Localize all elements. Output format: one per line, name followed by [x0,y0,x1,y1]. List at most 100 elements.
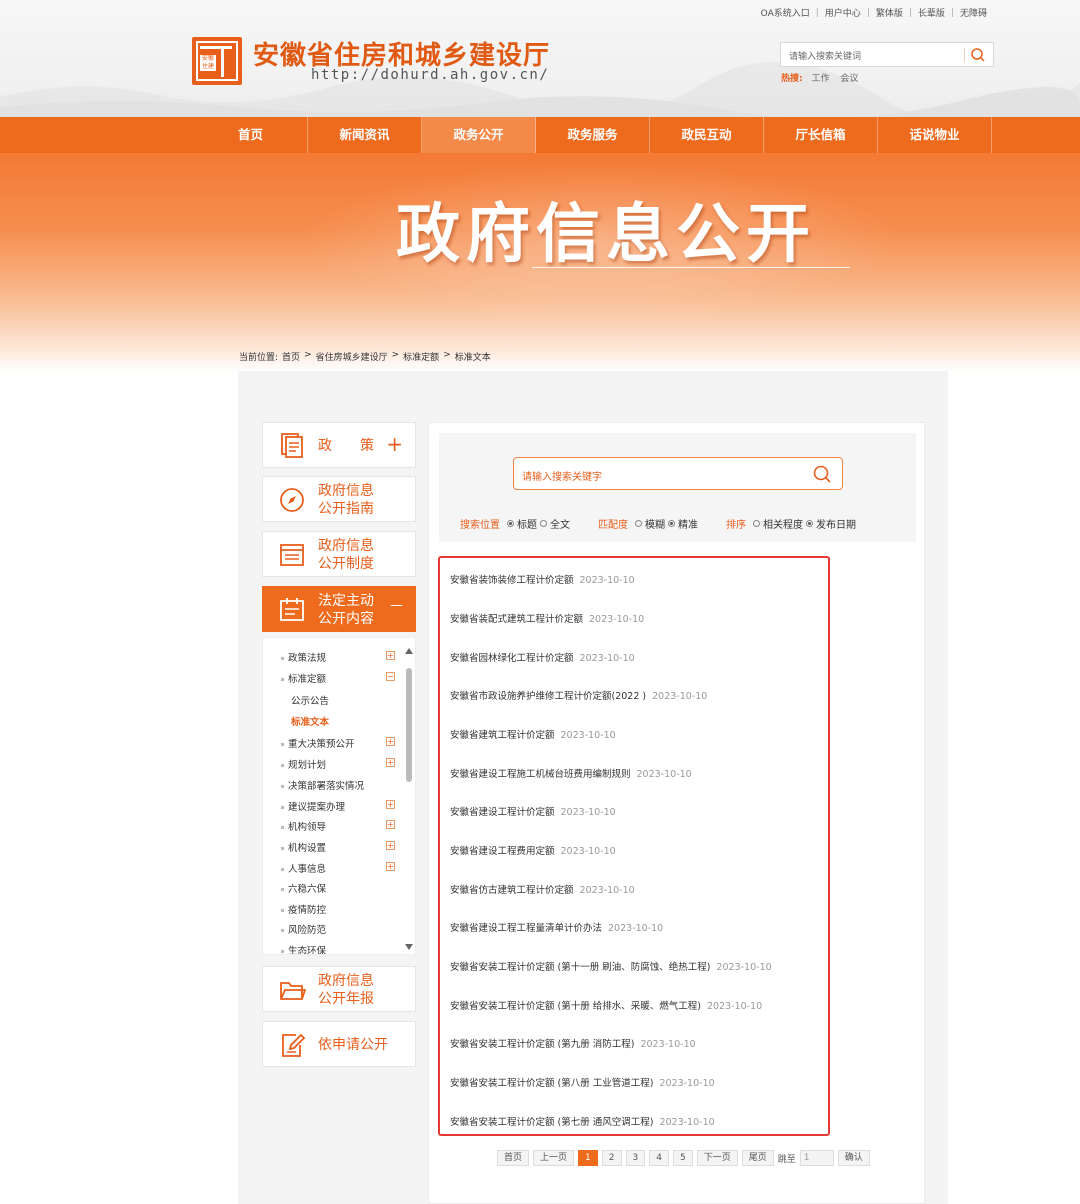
breadcrumb-item[interactable]: 标准定额 [403,350,439,363]
separator: | [950,7,954,18]
pager-confirm-button[interactable]: 确认 [837,1150,870,1166]
filter-label: 匹配度 [598,520,628,531]
expand-icon[interactable]: + [386,432,403,456]
expand-icon[interactable]: + [386,820,395,829]
scroll-down-icon[interactable] [405,944,413,950]
list-item[interactable]: 安徽省装配式建筑工程计价定额 2023-10-10 [450,611,644,625]
tree-scrollbar[interactable] [405,648,413,950]
radio-relevance[interactable] [753,520,760,527]
tree-item[interactable]: 生态环保 [281,943,326,954]
pager-prev[interactable]: 上一页 [533,1150,575,1166]
top-link-elderly[interactable]: 长辈版 [918,6,945,19]
radio-fuzzy[interactable] [635,520,642,527]
tree-item[interactable]: 机构领导 [281,819,326,833]
top-link-traditional[interactable]: 繁体版 [876,6,903,19]
main-search-input[interactable]: 请输入搜索关键字 [513,457,843,490]
expand-icon[interactable]: + [386,737,395,746]
tree-item[interactable]: 风险防范 [281,922,326,936]
logo-seal: 安徽住建 [200,55,216,71]
nav-item-mailbox[interactable]: 厅长信箱 [764,117,878,153]
hot-word[interactable]: 工作 [811,74,829,84]
list-item[interactable]: 安徽省市政设施养护维修工程计价定额(2022 ) 2023-10-10 [450,688,707,702]
sidebar-item-label: 法定主动 [318,593,374,609]
tree-item[interactable]: 政策法规 [281,650,326,664]
radio-fulltext[interactable] [540,520,547,527]
tree-item[interactable]: 人事信息 [281,861,326,875]
tree-item[interactable]: 重大决策预公开 [281,736,355,750]
pager-next[interactable]: 下一页 [696,1150,738,1166]
pager-page[interactable]: 2 [601,1150,622,1166]
pager-page[interactable]: 5 [672,1150,693,1166]
sidebar-item-system[interactable]: 政府信息 公开制度 [262,531,416,577]
radio-date[interactable] [806,520,813,527]
site-logo[interactable]: 安徽住建 [192,37,242,85]
sidebar-item-guide[interactable]: 政府信息 公开指南 [262,476,416,522]
tree-subitem[interactable]: 公示公告 [291,693,329,707]
top-link-oa[interactable]: OA系统入口 [761,6,810,19]
scrollbar-thumb[interactable] [406,668,412,782]
sidebar-item-statutory[interactable]: 法定主动 公开内容 — [262,586,416,632]
pager-first[interactable]: 首页 [497,1150,530,1166]
search-icon[interactable] [812,464,832,484]
tree-item[interactable]: 疫情防控 [281,902,326,916]
radio-title[interactable] [507,520,514,527]
pager-jump-input[interactable]: 1 [799,1150,834,1166]
pager-page[interactable]: 4 [649,1150,669,1166]
list-item[interactable]: 安徽省建设工程工程量清单计价办法 2023-10-10 [450,920,663,934]
nav-item-news[interactable]: 新闻资讯 [308,117,422,153]
list-item[interactable]: 安徽省建设工程施工机械台班费用编制规则 2023-10-10 [450,766,692,780]
list-item[interactable]: 安徽省安装工程计价定额 (第十册 给排水、采暖、燃气工程) 2023-10-10 [450,998,762,1012]
top-link-accessibility[interactable]: 无障碍 [960,6,987,19]
list-item[interactable]: 安徽省安装工程计价定额 (第十一册 刷油、防腐蚀、绝热工程) 2023-10-10 [450,959,772,973]
nav-item-home[interactable]: 首页 [194,117,308,153]
list-item[interactable]: 安徽省安装工程计价定额 (第七册 通风空调工程) 2023-10-10 [450,1114,715,1128]
list-item[interactable]: 安徽省安装工程计价定额 (第九册 消防工程) 2023-10-10 [450,1036,696,1050]
top-link-user-center[interactable]: 用户中心 [825,6,861,19]
sidebar-item-policy[interactable]: 政 策 + [262,422,416,468]
expand-icon[interactable]: + [386,841,395,850]
breadcrumb-item[interactable]: 标准文本 [455,350,491,363]
sidebar-item-application[interactable]: 依申请公开 [262,1021,416,1067]
expand-icon[interactable]: + [386,758,395,767]
tree-item[interactable]: 机构设置 [281,840,326,854]
sidebar-item-annual-report[interactable]: 政府信息 公开年报 [262,966,416,1012]
list-item[interactable]: 安徽省园林绿化工程计价定额 2023-10-10 [450,650,635,664]
tree-item[interactable]: 标准定额 [281,671,326,685]
search-area: 请输入搜索关键字 搜索位置 标题 全文 匹配度 模糊 精准 排序 相关程度 发布… [439,433,916,542]
collapse-icon[interactable]: — [390,598,403,613]
logo-post [221,49,224,77]
nav-item-interaction[interactable]: 政民互动 [650,117,764,153]
list-item[interactable]: 安徽省建筑工程计价定额 2023-10-10 [450,727,616,741]
pager-page-current[interactable]: 1 [578,1150,598,1166]
tree-item[interactable]: 建议提案办理 [281,799,345,813]
sidebar-item-label: 公开指南 [318,501,374,517]
list-item[interactable]: 安徽省仿古建筑工程计价定额 2023-10-10 [450,882,635,896]
expand-icon[interactable]: + [386,651,395,660]
bullet-icon [281,909,284,912]
tree-subitem-current[interactable]: 标准文本 [291,714,329,728]
filter-sort: 排序 相关程度 发布日期 [726,516,856,531]
breadcrumb-item[interactable]: 省住房城乡建设厅 [316,350,388,363]
search-icon[interactable] [970,47,986,63]
tree-item[interactable]: 决策部署落实情况 [281,778,364,792]
pager-last[interactable]: 尾页 [741,1150,774,1166]
hot-word[interactable]: 会议 [840,74,858,84]
radio-exact[interactable] [668,520,675,527]
scroll-up-icon[interactable] [405,648,413,654]
expand-icon[interactable]: + [386,862,395,871]
list-icon [280,544,304,566]
nav-item-gov-affairs[interactable]: 政务公开 [422,117,536,153]
nav-item-property[interactable]: 话说物业 [878,117,992,153]
list-item[interactable]: 安徽省安装工程计价定额 (第八册 工业管道工程) 2023-10-10 [450,1075,715,1089]
expand-icon[interactable]: + [386,800,395,809]
breadcrumb-item[interactable]: 首页 [282,350,300,363]
tree-item[interactable]: 六稳六保 [281,881,326,895]
list-item[interactable]: 安徽省建设工程费用定额 2023-10-10 [450,843,616,857]
collapse-icon[interactable]: − [386,672,395,681]
list-item[interactable]: 安徽省建设工程计价定额 2023-10-10 [450,804,616,818]
header-search-input[interactable]: 请输入搜索关键词 [780,42,994,67]
tree-item[interactable]: 规划计划 [281,757,326,771]
list-item[interactable]: 安徽省装饰装修工程计价定额 2023-10-10 [450,572,635,586]
pager-page[interactable]: 3 [625,1150,646,1166]
nav-item-services[interactable]: 政务服务 [536,117,650,153]
